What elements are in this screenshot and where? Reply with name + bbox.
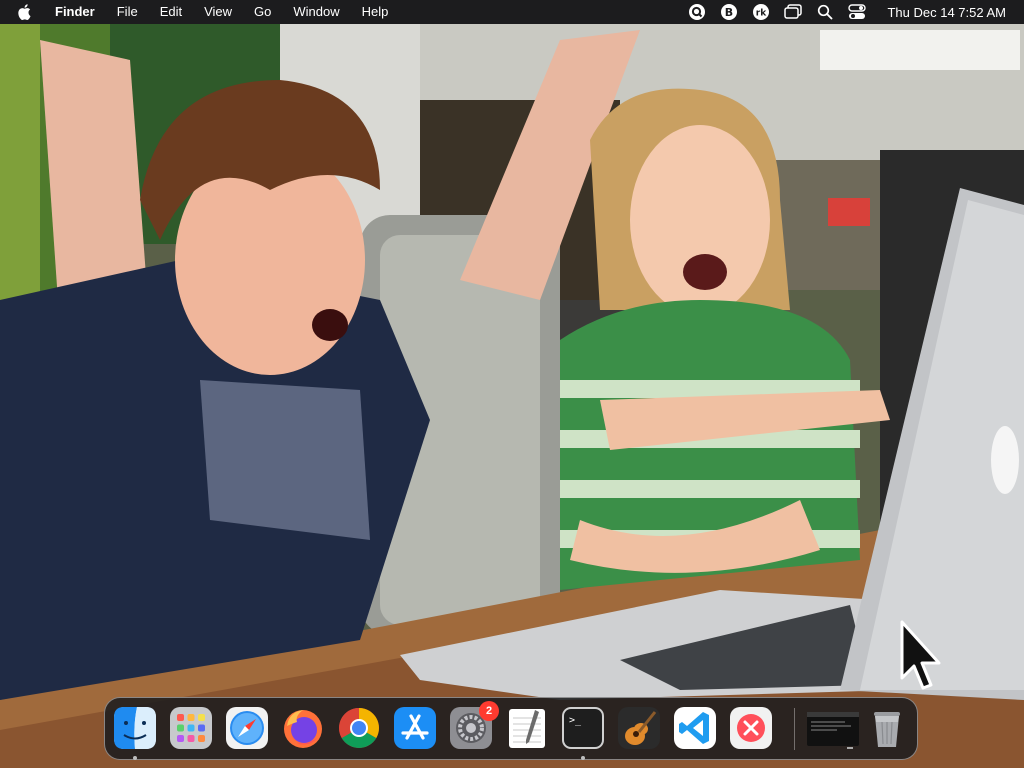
finder-running-indicator	[133, 756, 137, 760]
menu-file[interactable]: File	[106, 0, 149, 24]
app-store-icon[interactable]	[393, 706, 437, 750]
control-center-icon[interactable]	[848, 3, 867, 21]
dock-separator	[794, 708, 795, 750]
trash-icon[interactable]	[865, 706, 909, 750]
vscode-icon[interactable]	[673, 706, 717, 750]
launchpad-icon[interactable]	[169, 706, 213, 750]
finder-icon[interactable]	[113, 706, 157, 750]
menu-edit[interactable]: Edit	[149, 0, 193, 24]
menu-view[interactable]: View	[193, 0, 243, 24]
menu-app-name[interactable]: Finder	[47, 0, 106, 24]
menu-window[interactable]: Window	[282, 0, 350, 24]
system-preferences-badge: 2	[479, 701, 499, 721]
terminal-running-indicator	[581, 756, 585, 760]
menu-bar: Finder File Edit View Go Window Help B r…	[0, 0, 1024, 24]
terminal-icon[interactable]: >_	[561, 706, 605, 750]
bitcoin-icon[interactable]: B	[720, 3, 738, 21]
desktop-wallpaper	[0, 0, 1024, 768]
screen-mirroring-icon[interactable]	[784, 3, 803, 21]
apple-menu-icon[interactable]	[17, 4, 33, 20]
dock: 2 >_	[104, 697, 918, 760]
menu-go[interactable]: Go	[243, 0, 282, 24]
user-initials-icon[interactable]: rk	[752, 3, 770, 21]
safari-icon[interactable]	[225, 706, 269, 750]
textedit-icon[interactable]	[505, 706, 549, 750]
menu-bar-status-area: B rk Thu Dec 14 7:52 AM	[681, 0, 1024, 24]
garageband-icon[interactable]	[617, 706, 661, 750]
search-icon[interactable]	[816, 3, 834, 21]
svg-text:B: B	[725, 6, 733, 19]
close-app-icon[interactable]	[729, 706, 773, 750]
chrome-icon[interactable]	[337, 706, 381, 750]
spotlight-search-status-icon[interactable]	[688, 3, 706, 21]
firefox-icon[interactable]	[281, 706, 325, 750]
user-initials-text: rk	[756, 9, 767, 19]
svg-text:>_: >_	[569, 715, 582, 726]
mouse-pointer-icon	[898, 620, 946, 697]
window-thumbnail-icon[interactable]	[805, 706, 861, 750]
menu-help[interactable]: Help	[351, 0, 400, 24]
menu-bar-clock[interactable]: Thu Dec 14 7:52 AM	[887, 5, 1006, 20]
